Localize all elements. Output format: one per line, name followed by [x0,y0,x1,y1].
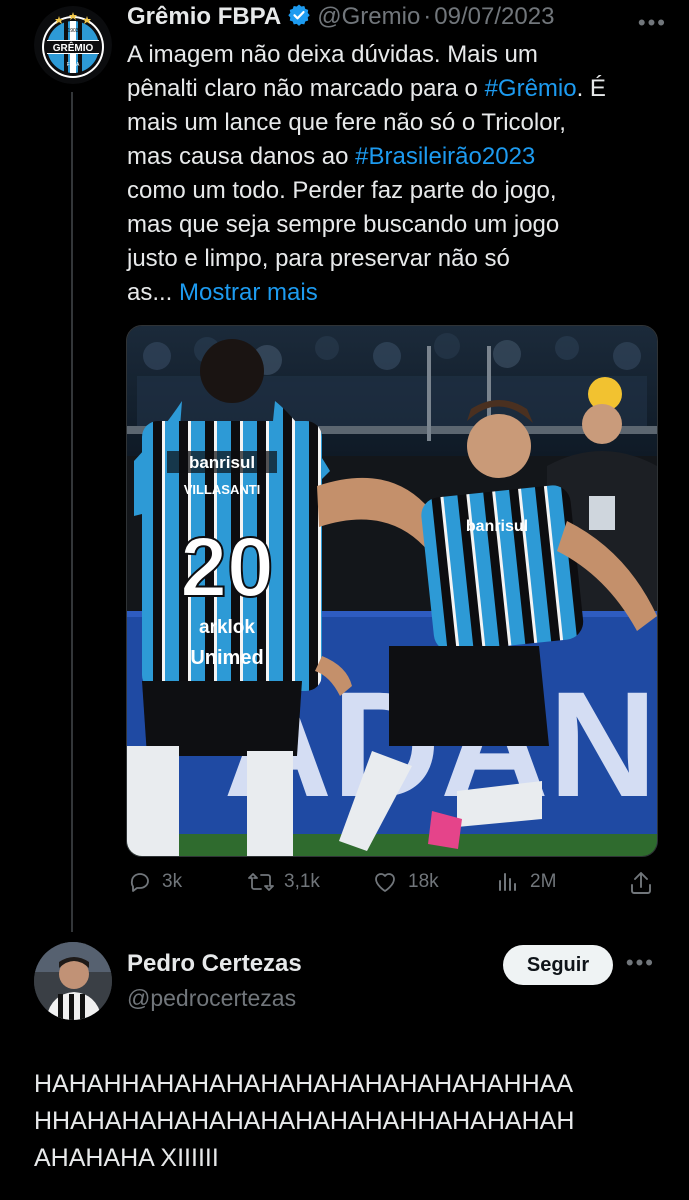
views-count: 2M [530,871,557,892]
follow-button[interactable]: Seguir [503,945,613,985]
jersey-sponsor-2: arklok [199,617,255,638]
crest-year: 1903 [67,28,78,34]
retweet-icon [248,873,274,891]
tweet-text-segment: . É [576,75,606,102]
reply-author-avatar[interactable] [34,942,112,1020]
views-icon [499,873,516,891]
hashtag-gremio[interactable]: #Grêmio [485,75,577,102]
tweet-date[interactable]: 09/07/2023 [434,3,554,30]
reply-body: HAHAHHAHAHAHAHAHAHAHAHAHAHAHHAA HHAHAHAH… [34,1066,664,1177]
heart-icon [375,873,395,892]
hashtag-brasileirao[interactable]: #Brasileirão2023 [355,143,535,170]
jersey-name: VILLASANTI [184,482,261,497]
more-dots-icon[interactable]: ••• [638,10,667,36]
like-button[interactable]: 18k [372,870,439,894]
share-icon [631,872,651,894]
tweet-text-segment: as... [127,279,180,306]
tweet-text-segment: mas causa danos ao [127,143,356,170]
tweet-line: A imagem não deixa dúvidas. Mais um [127,41,538,68]
tweet-line: pênalti claro não marcado para o #Grêmio… [127,72,667,106]
tweet-line: mas que seja sempre buscando um jogo [127,211,560,238]
views-button[interactable]: 2M [496,870,556,894]
author-name[interactable]: Grêmio FBPA [127,3,281,30]
tweet-header: Grêmio FBPA @Gremio · 09/07/2023 [127,2,554,35]
jersey-sponsor-3: Unimed [190,647,263,669]
reply-button[interactable]: 3k [128,870,182,894]
tweet-line: como um todo. Perder faz parte do jogo, [127,177,557,204]
retweet-count: 3,1k [284,871,320,892]
show-more-link[interactable]: Mostrar mais [179,279,318,306]
gremio-crest-icon: GRÊMIO 1903 FBPA [34,6,112,84]
tweet-actions: 3k 3,1k 18k 2M [126,870,658,902]
jersey-sponsor-front: banrisul [466,518,528,535]
author-handle[interactable]: @Gremio [317,3,420,30]
tweet-line: justo e limpo, para preservar não só [127,245,510,272]
tweet-line: mas causa danos ao #Brasileirão2023 [127,140,667,174]
reply-author-handle[interactable]: @pedrocertezas [127,985,296,1012]
tweet-text-segment: pênalti claro não marcado para o [127,75,485,102]
thread-line [71,92,73,932]
crest-name: GRÊMIO [53,41,94,54]
reply-icon [130,873,149,892]
reply-line: HAHAHHAHAHAHAHAHAHAHAHAHAHAHHAA [34,1070,573,1098]
tweet-media-image[interactable]: ADAN banrisul VILLASANTI 20 arklok Unime… [126,325,658,857]
crest-abbr: FBPA [67,62,80,68]
gremio-avatar[interactable]: GRÊMIO 1903 FBPA [34,6,112,84]
jersey-number: 20 [180,520,273,614]
retweet-button[interactable]: 3,1k [248,870,320,894]
football-photo: ADAN banrisul VILLASANTI 20 arklok Unime… [127,326,657,856]
tweet-body: A imagem não deixa dúvidas. Mais um pêna… [127,38,667,310]
reply-author-name[interactable]: Pedro Certezas [127,950,302,978]
reply-count: 3k [162,871,183,892]
separator-dot: · [423,3,432,30]
tweet-line: mais um lance que fere não só o Tricolor… [127,109,566,136]
jersey-sponsor: banrisul [189,453,255,472]
share-button[interactable] [628,870,664,896]
more-dots-icon[interactable]: ••• [626,950,655,976]
like-count: 18k [408,871,439,892]
verified-badge-icon [287,3,311,35]
reply-line: AHAHAHA XIIIIII [34,1144,219,1172]
tweet-line: as... Mostrar mais [127,276,667,310]
reply-line: HHAHAHAHAHAHAHAHAHAHAHHAHAHAHAH [34,1107,575,1135]
user-avatar-icon [34,942,112,1020]
